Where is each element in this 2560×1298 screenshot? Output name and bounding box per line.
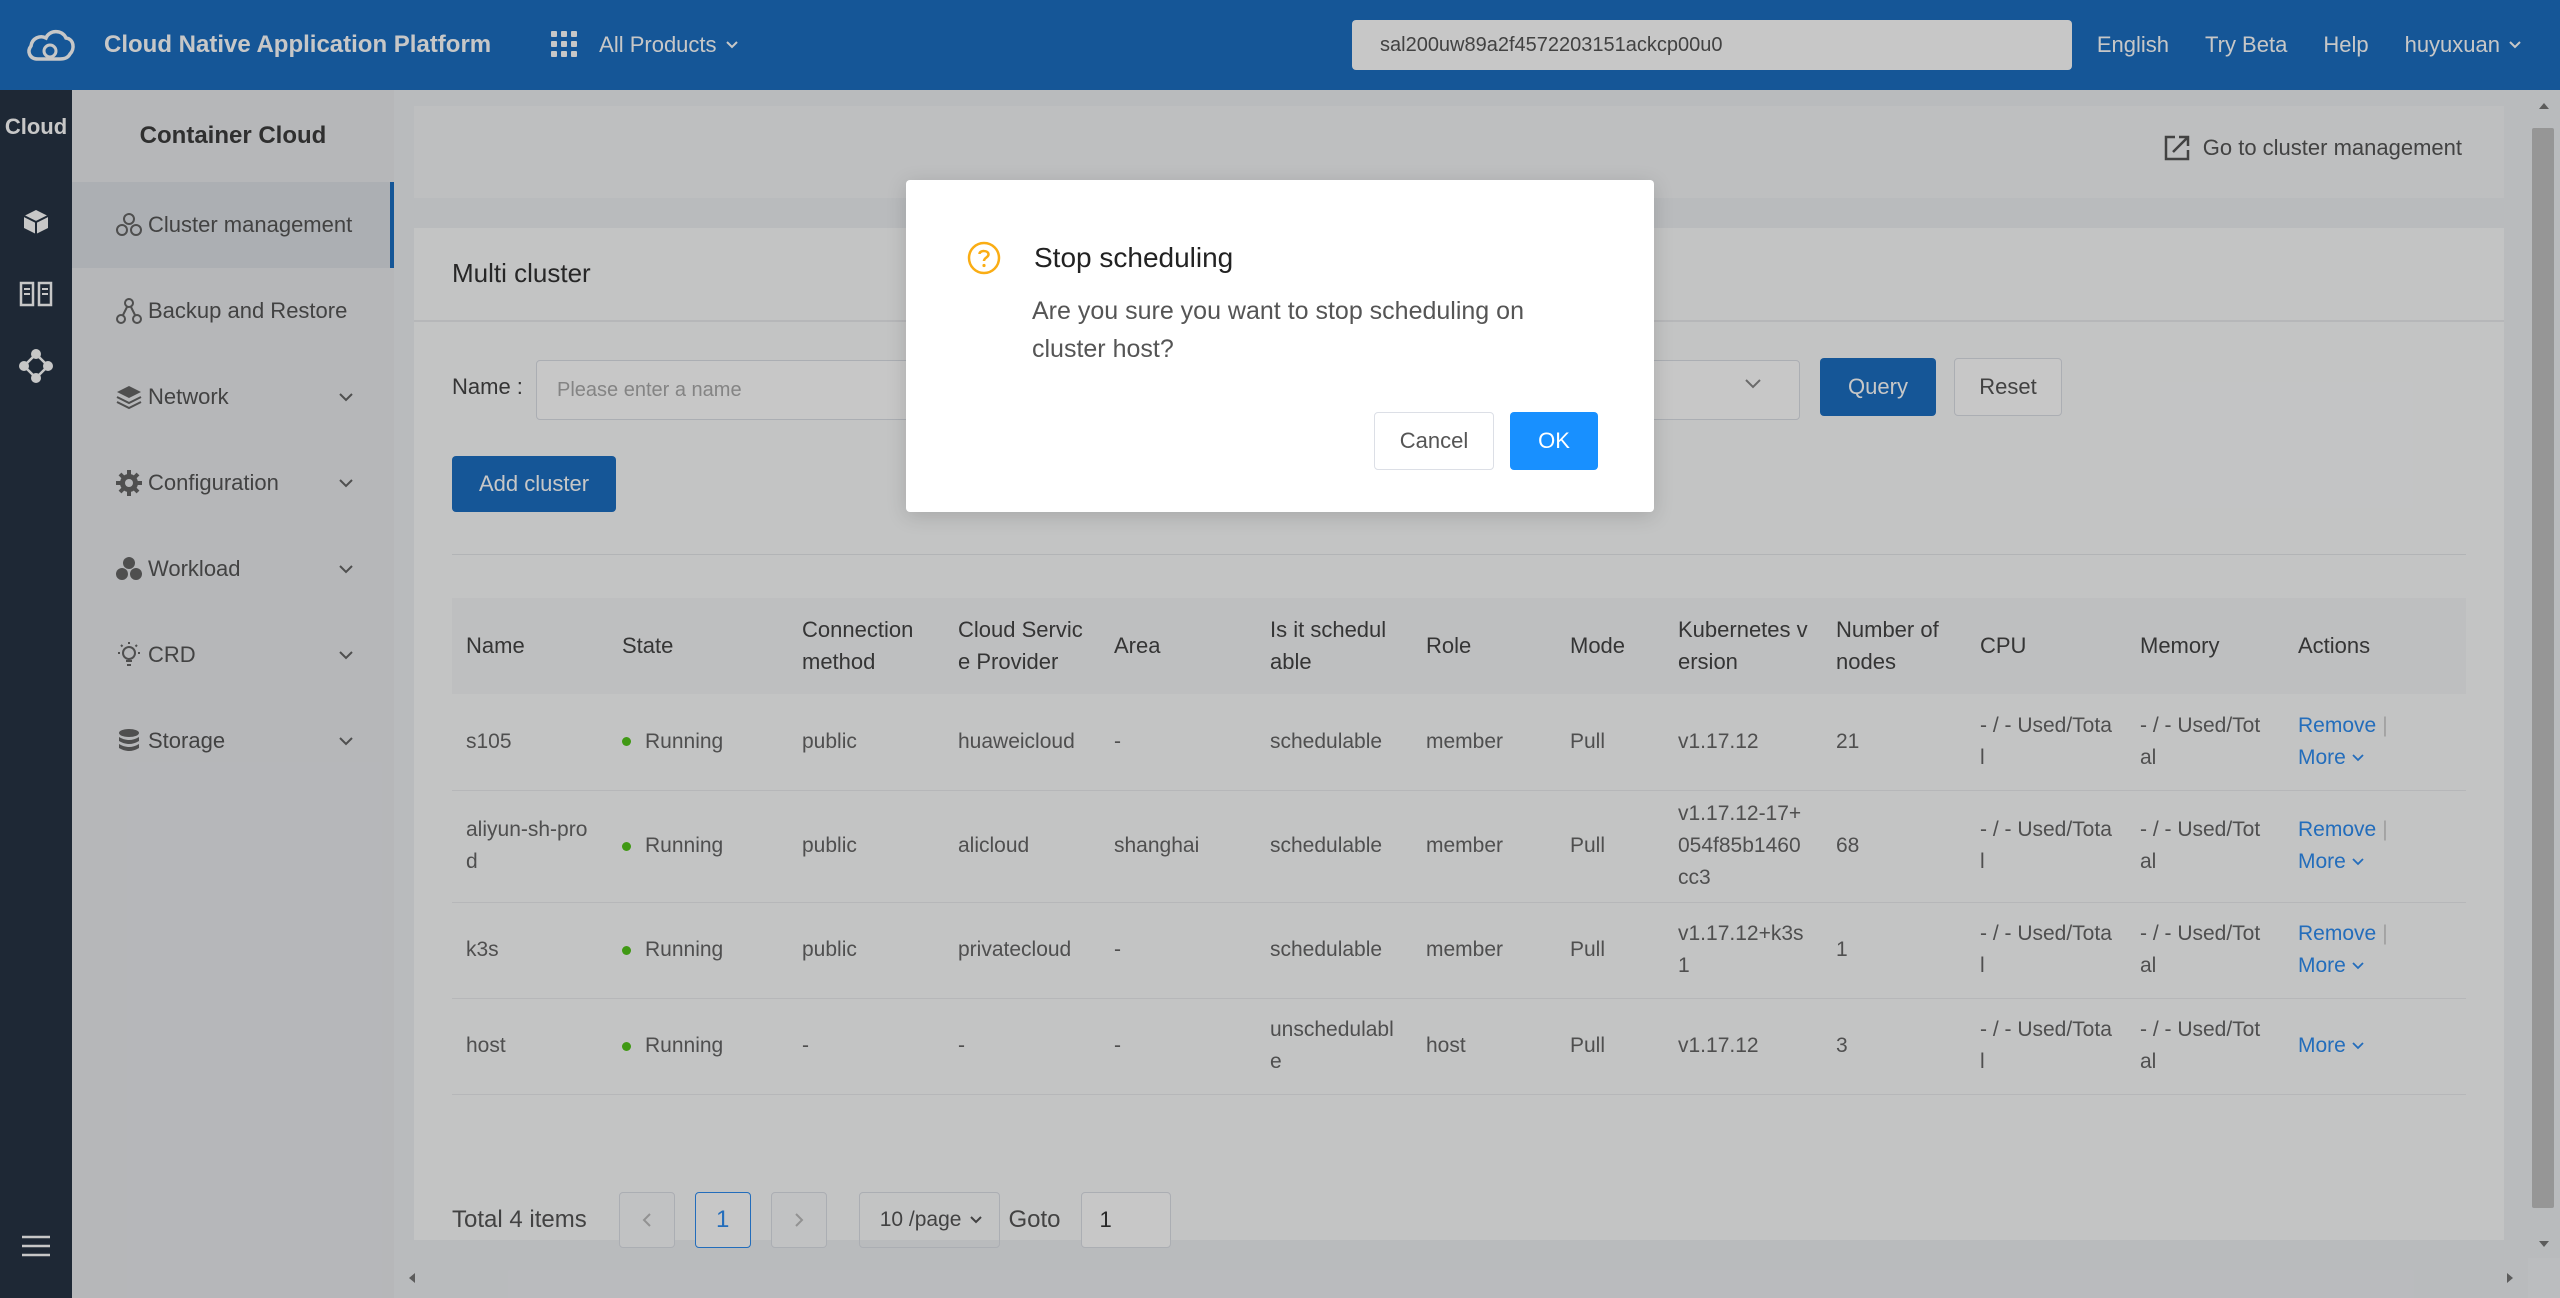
stop-scheduling-dialog: Stop scheduling Are you sure you want to… — [906, 180, 1654, 512]
cancel-button[interactable]: Cancel — [1374, 412, 1494, 470]
ok-button[interactable]: OK — [1510, 412, 1598, 470]
dialog-title: Stop scheduling — [1034, 242, 1234, 273]
dialog-message: Are you sure you want to stop scheduling… — [1032, 297, 1524, 363]
question-circle-icon — [967, 241, 1001, 275]
